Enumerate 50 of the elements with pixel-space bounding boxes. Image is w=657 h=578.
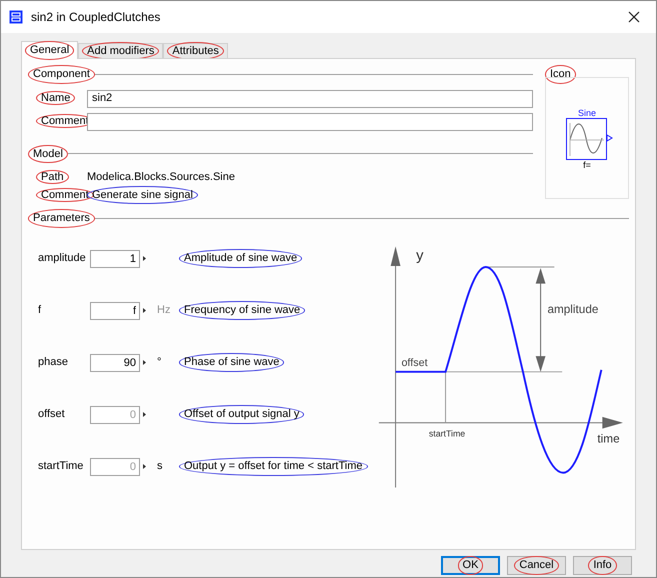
path-label: Path — [36, 170, 69, 184]
comment-label: Comment — [36, 188, 94, 202]
parameter-field[interactable]: 0 — [90, 406, 140, 424]
parameters-legend: Parameters — [28, 209, 95, 228]
parameter-description: Amplitude of sine wave — [179, 249, 302, 268]
time-axis-label: time — [598, 432, 620, 445]
parameter-description: Phase of sine wave — [179, 353, 284, 372]
parameter-field[interactable]: 0 — [90, 458, 140, 476]
parameter-label: startTime — [38, 459, 84, 474]
tab[interactable]: General — [21, 41, 78, 59]
parameter-label: offset — [38, 407, 66, 422]
caret-icon[interactable] — [143, 464, 146, 469]
component-legend: Component — [28, 65, 95, 84]
offset-label: offset — [402, 356, 428, 368]
name-label: Name — [36, 91, 76, 106]
sine-block-icon — [566, 118, 614, 160]
tab[interactable]: Add modifiers — [78, 43, 164, 59]
parameter-description: Frequency of sine wave — [179, 301, 306, 320]
unit-label: s — [157, 460, 162, 472]
start-time-label: startTime — [429, 428, 466, 438]
model-path: Modelica.Blocks.Sources.Sine — [87, 170, 235, 185]
model-legend: Model — [28, 144, 68, 163]
parameter-label: phase — [38, 355, 69, 370]
y-axis-label: y — [416, 248, 424, 264]
unit-label: ° — [157, 356, 162, 368]
dialog-button[interactable]: Cancel — [507, 556, 566, 575]
comment-field[interactable] — [87, 112, 533, 130]
caret-icon[interactable] — [143, 412, 146, 417]
caret-icon[interactable] — [143, 360, 146, 365]
tab[interactable]: Attributes — [163, 43, 228, 59]
parameter-label: f — [38, 303, 42, 318]
close-icon[interactable] — [628, 11, 640, 23]
dialog-button[interactable]: OK — [441, 556, 500, 575]
unit-label: Hz — [157, 304, 170, 316]
parameter-field[interactable]: 90 — [90, 354, 140, 372]
window-icon — [9, 10, 23, 24]
caret-icon[interactable] — [143, 256, 146, 261]
caret-icon[interactable] — [143, 308, 146, 313]
name-field[interactable]: sin2 — [87, 90, 533, 108]
parameter-label: amplitude — [38, 251, 87, 266]
parameter-field[interactable]: 1 — [90, 250, 140, 268]
parameter-description: Output y = offset for time < startTime — [179, 457, 368, 476]
dialog-button[interactable]: Info — [573, 556, 632, 575]
parameter-field[interactable]: f — [90, 302, 140, 320]
icon-legend: Icon — [545, 65, 576, 84]
amplitude-label: amplitude — [548, 302, 599, 316]
block-label: Sine — [578, 108, 596, 118]
parameter-text: f= — [583, 160, 591, 170]
window-title: sin2 in CoupledClutches — [31, 9, 162, 26]
parameter-description: Offset of output signal y — [179, 405, 304, 424]
